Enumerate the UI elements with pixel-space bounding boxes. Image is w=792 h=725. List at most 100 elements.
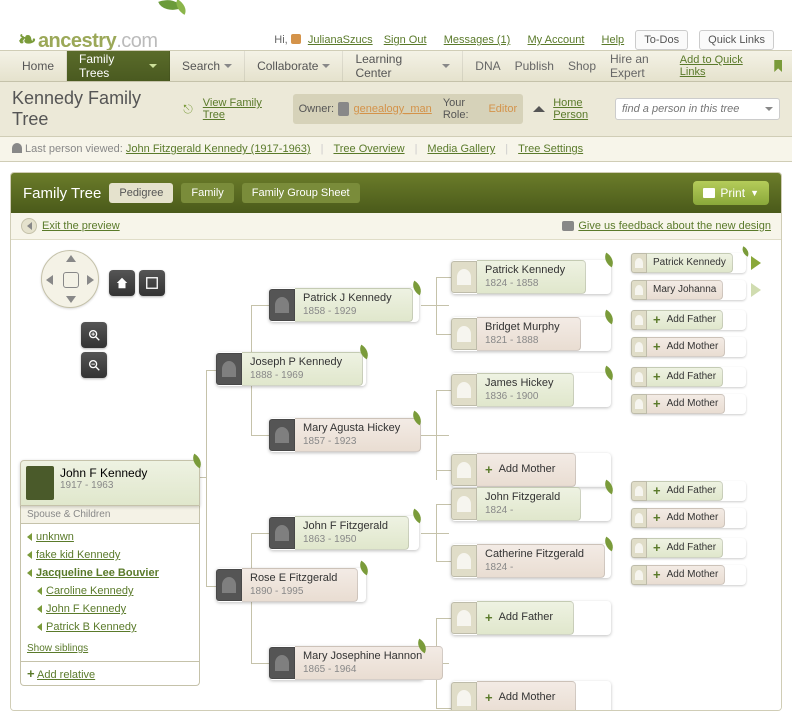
hi-label: Hi, — [274, 34, 287, 46]
nav-shop[interactable]: Shop — [568, 59, 596, 73]
hint-leaf-icon[interactable] — [409, 509, 424, 524]
add-mother-card[interactable]: +Add Mother — [631, 337, 746, 357]
view-family-tree-link[interactable]: View Family Tree — [203, 97, 283, 121]
person-card-small[interactable]: Patrick Kennedy — [631, 253, 746, 273]
list-item[interactable]: Jacqueline Lee Bouvier — [27, 564, 193, 582]
person-card[interactable]: Joseph P Kennedy1888 - 1969 — [216, 352, 366, 386]
tab-family[interactable]: Family — [181, 183, 233, 203]
home-view-button[interactable] — [109, 270, 135, 296]
list-item[interactable]: Caroline Kennedy — [27, 582, 193, 600]
person-card[interactable]: John Fitzgerald1824 - — [451, 487, 611, 521]
relative-link[interactable]: unknwn — [36, 531, 74, 543]
add-relative-link[interactable]: Add relative — [37, 669, 95, 681]
hint-leaf-icon[interactable] — [356, 561, 371, 576]
nav-learning[interactable]: Learning Center — [343, 51, 463, 81]
zoom-in-button[interactable] — [81, 322, 107, 348]
owner-link[interactable]: genealogy_man — [353, 103, 431, 115]
add-father-card[interactable]: +Add Father — [631, 367, 746, 387]
fullscreen-button[interactable] — [139, 270, 165, 296]
tab-family-group-sheet[interactable]: Family Group Sheet — [242, 183, 360, 203]
search-person-input[interactable] — [615, 98, 780, 120]
tree-area[interactable]: Joseph P Kennedy1888 - 1969 Rose E Fitzg… — [11, 240, 781, 710]
person-card[interactable]: Rose E Fitzgerald1890 - 1995 — [216, 568, 366, 602]
center-icon[interactable] — [63, 272, 79, 288]
relative-link[interactable]: Patrick B Kennedy — [46, 621, 137, 633]
media-gallery-link[interactable]: Media Gallery — [427, 143, 495, 155]
list-item[interactable]: John F Kennedy — [27, 600, 193, 618]
add-father-card[interactable]: +Add Father — [631, 310, 746, 330]
relative-link[interactable]: fake kid Kennedy — [36, 549, 120, 561]
help-link[interactable]: Help — [602, 34, 625, 46]
pan-down-icon[interactable] — [66, 296, 76, 303]
last-viewed-link[interactable]: John Fitzgerald Kennedy (1917-1963) — [126, 143, 311, 155]
feedback-link[interactable]: Give us feedback about the new design — [578, 220, 771, 232]
tree-overview-link[interactable]: Tree Overview — [333, 143, 404, 155]
compass[interactable] — [41, 250, 99, 308]
focus-panel: John F Kennedy 1917 - 1963 Spouse & Chil… — [20, 460, 200, 686]
nav-home[interactable]: Home — [10, 51, 67, 81]
nav-family-trees[interactable]: Family Trees — [67, 51, 170, 81]
person-card[interactable]: Catherine Fitzgerald1824 - — [451, 544, 611, 578]
hint-leaf-icon[interactable] — [740, 246, 751, 257]
tab-pedigree[interactable]: Pedigree — [109, 183, 173, 203]
hint-leaf-icon[interactable] — [601, 310, 616, 325]
person-card[interactable]: Bridget Murphy1821 - 1888 — [451, 317, 611, 351]
add-father-card[interactable]: +Add Father — [451, 601, 611, 635]
username-link[interactable]: JulianaSzucs — [308, 34, 373, 46]
add-mother-card[interactable]: +Add Mother — [631, 565, 746, 585]
add-mother-card[interactable]: +Add Mother — [631, 508, 746, 528]
quicklinks-button[interactable]: Quick Links — [699, 30, 774, 50]
person-card[interactable]: Patrick Kennedy1824 - 1858 — [451, 260, 611, 294]
pan-right-icon[interactable] — [87, 275, 94, 285]
signout-link[interactable]: Sign Out — [384, 34, 427, 46]
list-item[interactable]: fake kid Kennedy — [27, 546, 193, 564]
pan-up-icon[interactable] — [66, 255, 76, 262]
add-mother-card[interactable]: +Add Mother — [451, 453, 611, 487]
back-button[interactable] — [21, 218, 37, 234]
person-card-small[interactable]: Mary Johanna — [631, 280, 746, 300]
person-card[interactable]: Patrick J Kennedy1858 - 1929 — [269, 288, 419, 322]
scroll-right-button[interactable] — [751, 256, 761, 270]
add-mother-card[interactable]: +Add Mother — [451, 681, 611, 711]
person-card[interactable]: Mary Josephine Hannon1865 - 1964 — [269, 646, 424, 680]
leaf-decoration — [150, 0, 210, 28]
hint-leaf-icon[interactable] — [189, 454, 204, 469]
relative-link[interactable]: John F Kennedy — [46, 603, 126, 615]
account-link[interactable]: My Account — [528, 34, 585, 46]
person-card[interactable]: John F Fitzgerald1863 - 1950 — [269, 516, 419, 550]
zoom-out-button[interactable] — [81, 352, 107, 378]
spouse-children-list: unknwn fake kid Kennedy Jacqueline Lee B… — [20, 524, 200, 662]
hint-leaf-icon[interactable] — [601, 253, 616, 268]
messages-link[interactable]: Messages (1) — [444, 34, 511, 46]
focus-card[interactable]: John F Kennedy 1917 - 1963 — [20, 460, 200, 506]
person-name: John Fitzgerald — [485, 491, 560, 504]
focus-dates: 1917 - 1963 — [60, 480, 147, 491]
home-person-link[interactable]: Home Person — [553, 97, 607, 121]
exit-preview-link[interactable]: Exit the preview — [42, 220, 120, 232]
caret-icon — [149, 64, 157, 68]
add-father-card[interactable]: +Add Father — [631, 538, 746, 558]
print-button[interactable]: Print ▼ — [693, 181, 769, 205]
nav-collaborate[interactable]: Collaborate — [245, 51, 343, 81]
person-card[interactable]: Mary Agusta Hickey1857 - 1923 — [269, 418, 419, 452]
tree-settings-link[interactable]: Tree Settings — [518, 143, 583, 155]
nav-dna[interactable]: DNA — [475, 59, 500, 73]
relative-link[interactable]: Jacqueline Lee Bouvier — [36, 567, 159, 579]
hint-leaf-icon[interactable] — [601, 366, 616, 381]
relative-link[interactable]: Caroline Kennedy — [46, 585, 133, 597]
nav-publish[interactable]: Publish — [515, 59, 554, 73]
list-item[interactable]: Patrick B Kennedy — [27, 618, 193, 636]
scroll-right-button[interactable] — [751, 283, 761, 297]
nav-search[interactable]: Search — [170, 51, 245, 81]
person-dates: 1824 - — [485, 562, 584, 574]
nav-hire[interactable]: Hire an Expert — [610, 52, 680, 80]
show-siblings-link[interactable]: Show siblings — [27, 643, 88, 654]
add-father-card[interactable]: +Add Father — [631, 481, 746, 501]
person-card[interactable]: James Hickey1836 - 1900 — [451, 373, 611, 407]
list-item[interactable]: unknwn — [27, 528, 193, 546]
print-icon — [703, 188, 715, 198]
pan-left-icon[interactable] — [46, 275, 53, 285]
todos-button[interactable]: To-Dos — [635, 30, 688, 50]
add-quick-link[interactable]: Add to Quick Links — [680, 54, 769, 78]
add-mother-card[interactable]: +Add Mother — [631, 394, 746, 414]
